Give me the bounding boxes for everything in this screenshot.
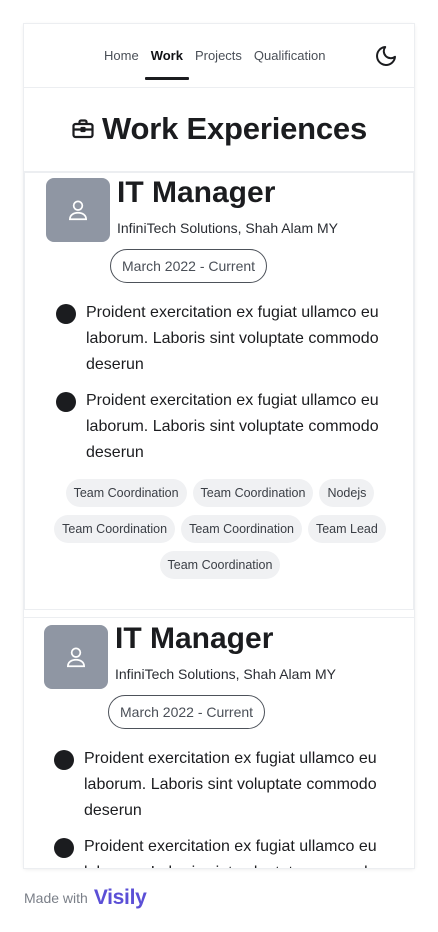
theme-toggle-button[interactable] — [374, 44, 398, 68]
bullet-dot-icon — [56, 392, 76, 412]
skill-tag: Team Lead — [307, 515, 386, 543]
company-name: InfiniTech Solutions, Shah Alam MY — [117, 220, 339, 236]
skill-tag: Team Coordination — [159, 551, 281, 579]
skill-tag: Team Coordination — [192, 479, 314, 507]
briefcase-icon — [72, 119, 94, 139]
made-with-badge[interactable]: Made with Visily — [24, 886, 147, 910]
bullet-text: Proident exercitation ex fugiat ullamco … — [84, 838, 377, 868]
user-icon — [67, 647, 85, 668]
skill-tag: Team Coordination — [181, 515, 302, 543]
bullet-text: Proident exercitation ex fugiat ullamco … — [86, 304, 379, 373]
avatar — [44, 625, 108, 689]
experience-card: IT Manager InfiniTech Solutions, Shah Al… — [24, 172, 414, 610]
skill-tag: Nodejs — [319, 479, 375, 507]
brand-name: Visily — [93, 886, 147, 909]
experience-card: IT Manager InfiniTech Solutions, Shah Al… — [24, 617, 414, 868]
bullet-text: Proident exercitation ex fugiat ullamco … — [84, 750, 377, 819]
nav-item-home[interactable]: Home — [98, 24, 145, 87]
nav-item-projects[interactable]: Projects — [189, 24, 248, 87]
skill-tag: Team Coordination — [54, 515, 176, 543]
top-nav: Home Work Projects Qualification — [24, 24, 414, 88]
page-header: Work Experiences — [24, 87, 414, 172]
user-icon — [69, 200, 87, 221]
skill-tag: Team Coordination — [65, 479, 187, 507]
bullet-dot-icon — [56, 304, 76, 324]
moon-icon — [376, 46, 396, 66]
made-with-label: Made with — [24, 890, 88, 906]
page-title: Work Experiences — [101, 111, 368, 146]
nav-item-qualification[interactable]: Qualification — [248, 24, 332, 87]
company-name: InfiniTech Solutions, Shah Alam MY — [115, 666, 337, 682]
nav-menu: Home Work Projects Qualification — [98, 24, 331, 87]
avatar — [46, 178, 110, 242]
job-title: IT Manager — [115, 622, 274, 655]
bullet-text: Proident exercitation ex fugiat ullamco … — [86, 392, 379, 461]
app-frame: Home Work Projects Qualification Work Ex… — [24, 24, 414, 868]
bullet-dot-icon — [54, 750, 74, 770]
skill-tags: Team Coordination Team Coordination Node… — [41, 479, 399, 579]
bullet-dot-icon — [54, 838, 74, 858]
visily-logo: Visily — [94, 886, 147, 910]
date-range-badge: March 2022 - Current — [110, 249, 268, 283]
job-title: IT Manager — [117, 176, 276, 209]
nav-item-work[interactable]: Work — [144, 24, 190, 87]
date-range-badge: March 2022 - Current — [108, 695, 266, 729]
